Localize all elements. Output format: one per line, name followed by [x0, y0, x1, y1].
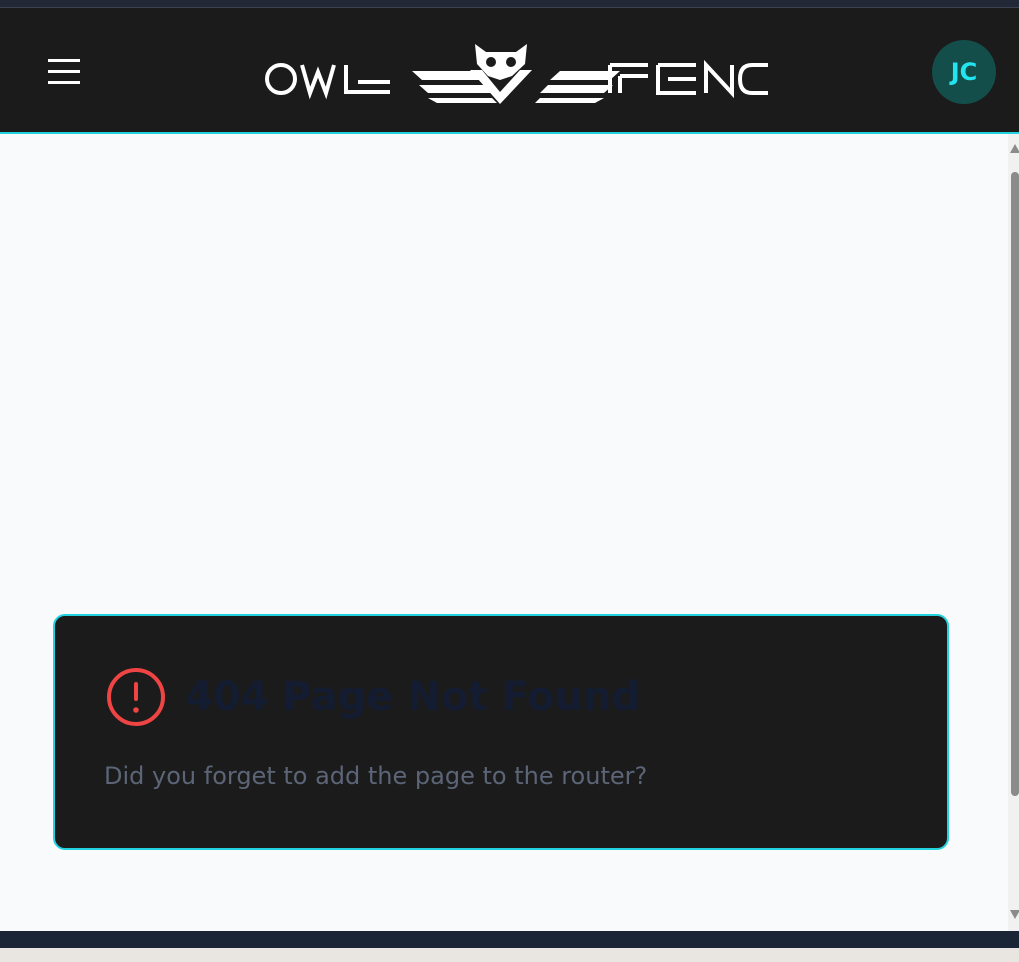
- user-avatar[interactable]: JC: [932, 40, 996, 104]
- scroll-thumb[interactable]: [1011, 172, 1019, 796]
- page-title: 404 Page Not Found: [185, 674, 641, 720]
- logo-letter-c: [737, 63, 768, 95]
- logo-letter-l: [344, 65, 390, 94]
- logo-letter-e: [656, 63, 696, 95]
- menu-icon: [48, 59, 80, 84]
- window-bottom-strip: [0, 948, 1019, 962]
- logo-letter-o: [265, 63, 297, 95]
- logo-letter-n: [704, 59, 734, 99]
- scroll-up-arrow-icon[interactable]: [1010, 144, 1019, 153]
- owl-icon: [412, 44, 620, 104]
- alert-circle-icon: [105, 666, 167, 728]
- main-content: 404 Page Not Found Did you forget to add…: [0, 134, 1008, 931]
- menu-button[interactable]: [44, 52, 84, 92]
- brand-logo[interactable]: [262, 38, 770, 104]
- vertical-scrollbar[interactable]: [1008, 134, 1019, 931]
- logo-letter-w: [300, 64, 336, 100]
- error-message: Did you forget to add the page to the ro…: [104, 762, 648, 790]
- app-header: JC: [0, 8, 1019, 134]
- logo-letter-f: [608, 63, 648, 93]
- scroll-down-arrow-icon[interactable]: [1010, 910, 1019, 919]
- window-bottom-bar: [0, 931, 1019, 948]
- not-found-card: 404 Page Not Found Did you forget to add…: [53, 614, 949, 850]
- window-top-edge: [0, 0, 1019, 8]
- avatar-initials: JC: [950, 58, 978, 86]
